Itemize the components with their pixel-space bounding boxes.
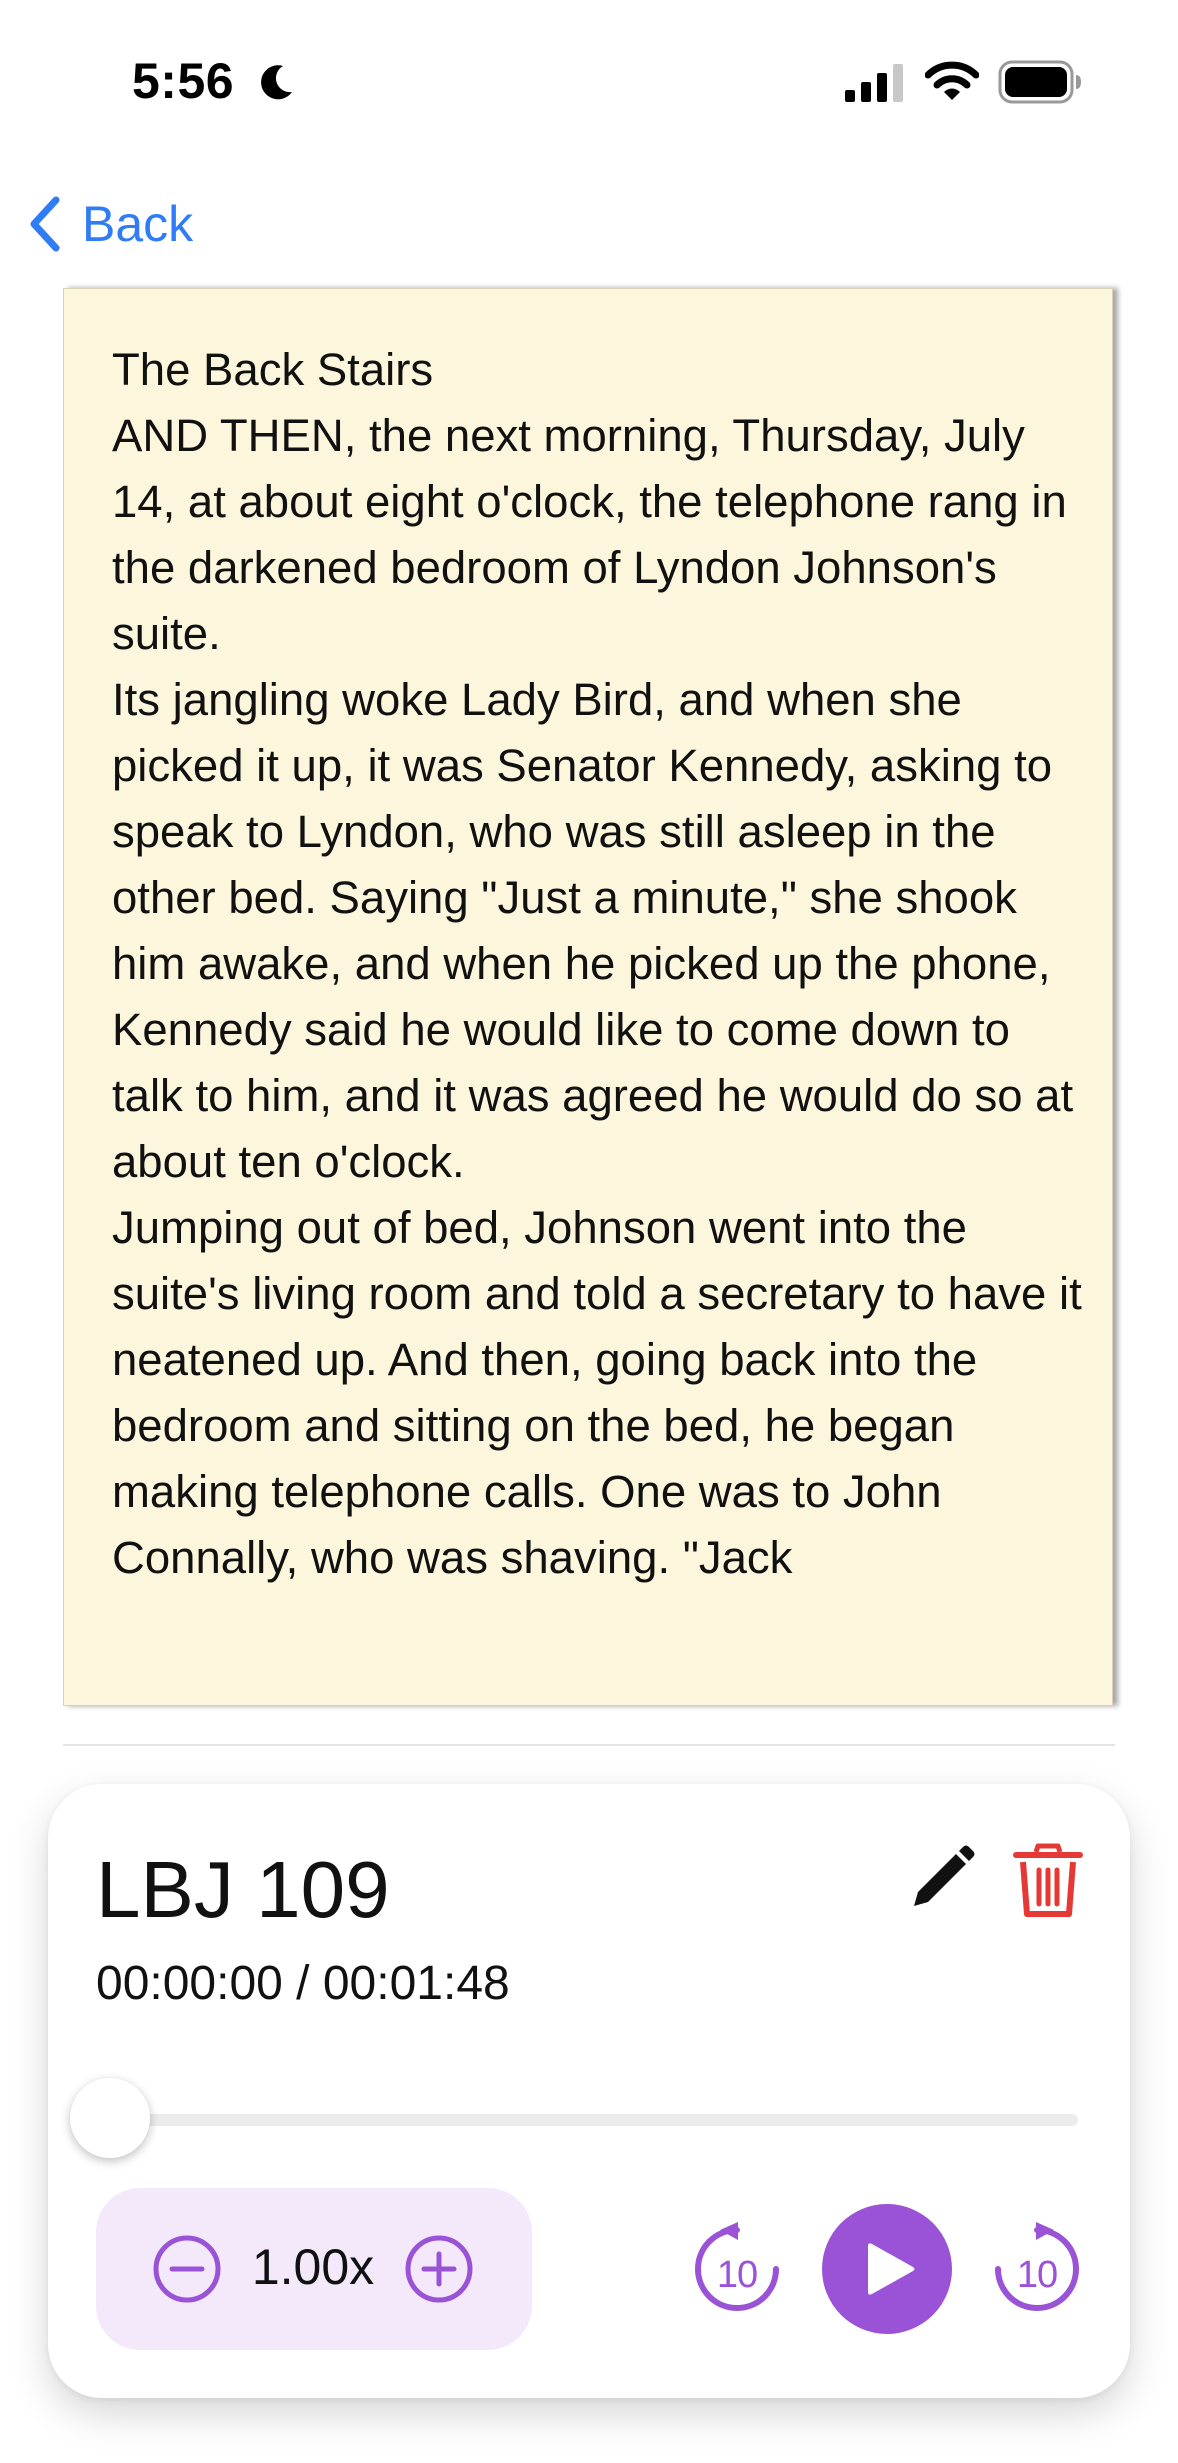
- play-icon: [868, 2243, 915, 2295]
- screen: 5:56 Back The Back Stairs AND THEN, the …: [0, 0, 1178, 2463]
- transcript-paragraph: Its jangling woke Lady Bird, and when sh…: [112, 674, 1074, 1187]
- duration: 00:01:48: [322, 1957, 510, 2010]
- rewind-seconds: 10: [716, 2254, 758, 2296]
- transcript-paragraph: The Back Stairs: [112, 344, 434, 395]
- forward-seconds: 10: [1016, 2254, 1058, 2296]
- minus-circle-icon[interactable]: [152, 2234, 222, 2304]
- forward-10-button[interactable]: 10: [988, 2220, 1086, 2318]
- plus-circle-icon[interactable]: [404, 2234, 474, 2304]
- cellular-signal-icon: [845, 64, 903, 102]
- chevron-left-icon: [30, 196, 60, 252]
- transcript-text: The Back Stairs AND THEN, the next morni…: [112, 337, 1087, 1591]
- transcript-paragraph: AND THEN, the next morning, Thursday, Ju…: [112, 410, 1067, 659]
- status-time: 5:56: [132, 53, 235, 109]
- time-readout: 00:00:00 / 00:01:48: [96, 1956, 510, 2011]
- speed-control: 1.00x: [96, 2188, 532, 2350]
- speed-value: 1.00x: [251, 2239, 375, 2295]
- rewind-10-button[interactable]: 10: [688, 2220, 786, 2318]
- time-separator: /: [282, 1957, 323, 2010]
- trash-icon[interactable]: [1010, 1840, 1086, 1920]
- audio-player: LBJ 109 00:00:00 / 00:01:48 1.00x 10 10: [48, 1784, 1130, 2398]
- moon-icon: [261, 65, 292, 100]
- transcript-paragraph: Jumping out of bed, Johnson went into th…: [112, 1202, 1082, 1583]
- pencil-icon[interactable]: [900, 1840, 980, 1920]
- status-bar: 5:56: [0, 0, 1178, 140]
- divider: [63, 1744, 1115, 1746]
- track-title: LBJ 109: [96, 1845, 390, 1934]
- back-button[interactable]: Back: [24, 190, 193, 258]
- current-time: 00:00:00: [96, 1957, 283, 2010]
- transcript-panel[interactable]: The Back Stairs AND THEN, the next morni…: [63, 288, 1113, 1706]
- progress-slider[interactable]: [110, 2114, 1078, 2126]
- progress-thumb[interactable]: [70, 2078, 150, 2158]
- battery-icon: [998, 60, 1081, 104]
- play-button[interactable]: [822, 2204, 952, 2334]
- back-label: Back: [82, 196, 194, 252]
- wifi-icon: [925, 61, 979, 100]
